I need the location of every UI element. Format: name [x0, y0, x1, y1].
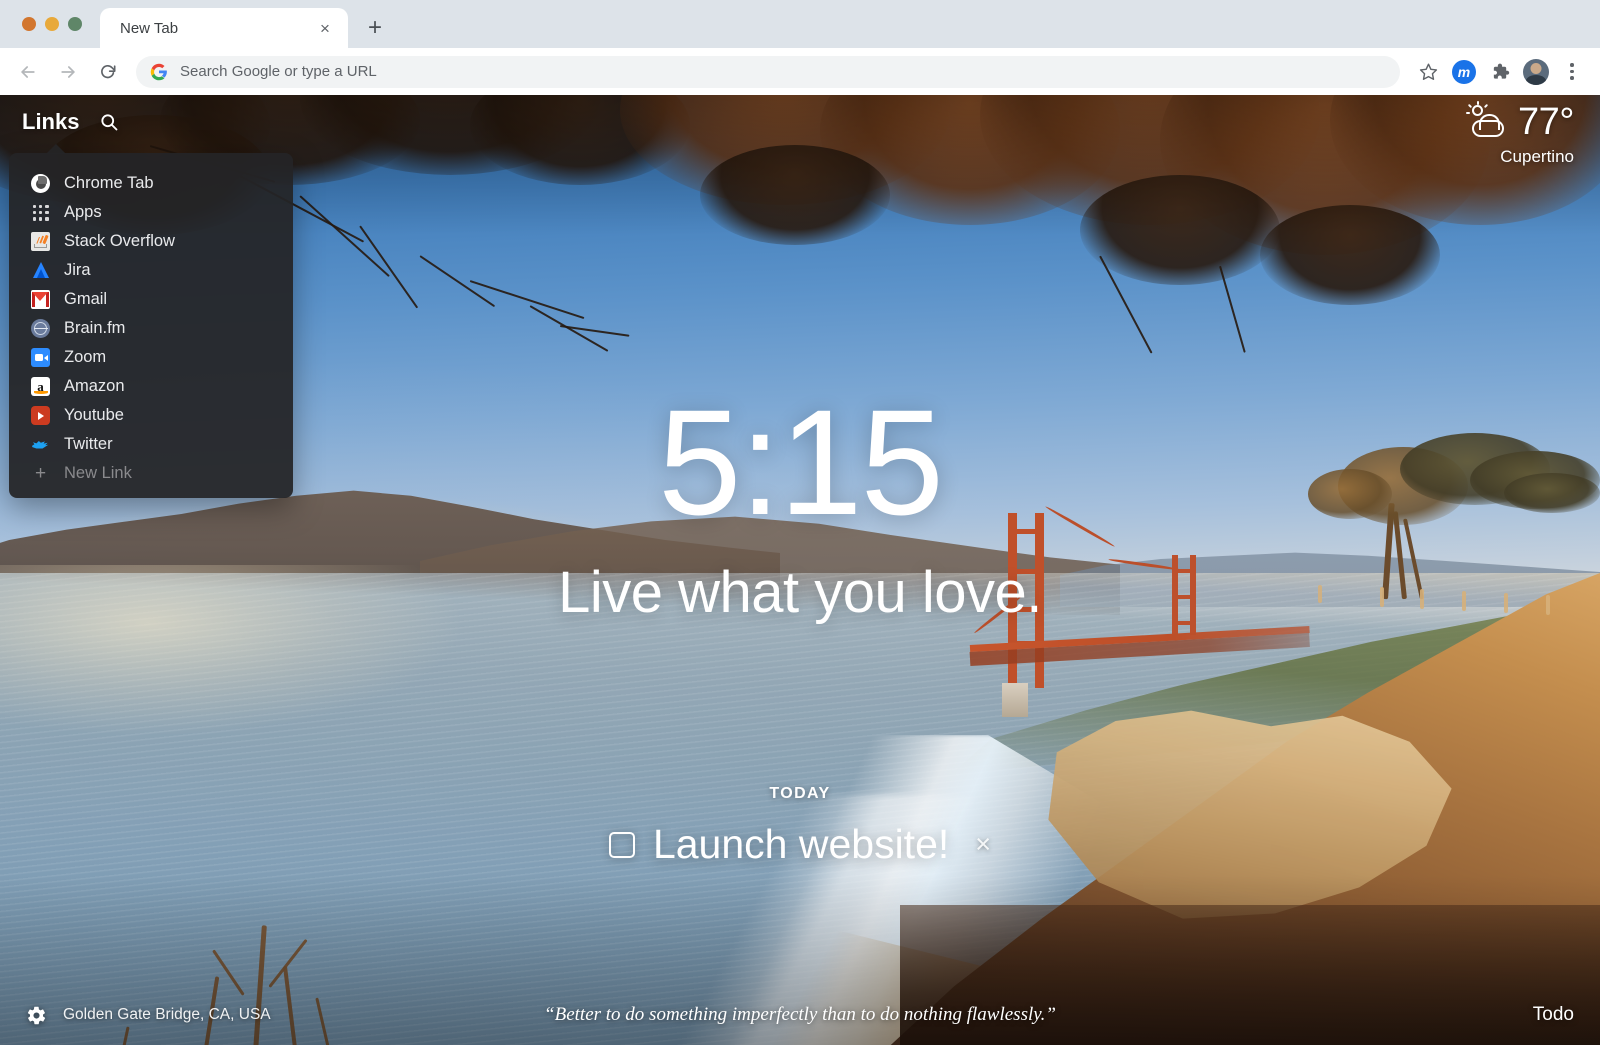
back-icon[interactable] [10, 54, 46, 90]
bottom-left-group: Golden Gate Bridge, CA, USA [26, 1005, 271, 1026]
weather-widget[interactable]: 77° Cupertino [1466, 101, 1574, 167]
link-label: Zoom [64, 348, 107, 366]
todo-dismiss-icon[interactable]: × [975, 831, 991, 858]
link-item-stack-overflow[interactable]: Stack Overflow [9, 227, 293, 256]
links-label[interactable]: Links [22, 109, 79, 135]
link-label: Stack Overflow [64, 232, 175, 250]
todo-item[interactable]: Launch website! × [0, 821, 1600, 868]
kebab-dots [1570, 63, 1574, 80]
new-tab-page: Links Chrome Tab Apps Stack Overflow Jir… [0, 95, 1600, 1045]
brainfm-icon [31, 319, 50, 338]
link-item-zoom[interactable]: Zoom [9, 343, 293, 372]
temperature: 77° [1518, 101, 1574, 143]
profile-avatar[interactable] [1520, 56, 1552, 88]
maximize-window-button[interactable] [68, 17, 82, 31]
window-traffic-lights [14, 0, 88, 48]
weather-row: 77° [1466, 101, 1574, 143]
tab-strip: New Tab × + [0, 0, 1600, 48]
link-label: Apps [64, 203, 102, 221]
greeting-text[interactable]: Live what you love. [0, 559, 1600, 626]
clock-time: 5:15 [658, 378, 944, 546]
tab-close-icon[interactable]: × [312, 15, 338, 41]
close-window-button[interactable] [22, 17, 36, 31]
chrome-icon [31, 174, 50, 193]
link-label: Jira [64, 261, 91, 279]
avatar [1523, 58, 1549, 85]
browser-tab[interactable]: New Tab × [100, 8, 348, 48]
gmail-icon [31, 290, 50, 309]
tab-title: New Tab [120, 19, 179, 37]
browser-window: New Tab × + Search Google or type a URL [0, 0, 1600, 1045]
weather-city: Cupertino [1500, 147, 1574, 166]
bottom-bar: Golden Gate Bridge, CA, USA “Better to d… [0, 985, 1600, 1045]
todo-text[interactable]: Launch website! [653, 821, 949, 868]
link-item-gmail[interactable]: Gmail [9, 285, 293, 314]
new-tab-button[interactable]: + [358, 11, 392, 45]
search-icon[interactable] [99, 112, 119, 132]
address-bar[interactable]: Search Google or type a URL [136, 55, 1400, 88]
stack-overflow-icon [31, 232, 50, 251]
extension-m-icon[interactable]: m [1448, 56, 1480, 88]
browser-toolbar: Search Google or type a URL m [0, 48, 1600, 95]
todo-panel-toggle[interactable]: Todo [1533, 1004, 1574, 1026]
minimize-window-button[interactable] [45, 17, 59, 31]
links-header: Links [22, 109, 119, 135]
todo-checkbox[interactable] [608, 831, 635, 858]
link-label: Brain.fm [64, 319, 126, 337]
link-label: Gmail [64, 290, 108, 308]
forward-icon[interactable] [50, 54, 86, 90]
photo-location: Golden Gate Bridge, CA, USA [63, 1006, 271, 1023]
clock-greeting-block: 5:15 Live what you love. [0, 387, 1600, 626]
jira-icon [31, 261, 50, 280]
gear-icon[interactable] [26, 1005, 47, 1026]
address-bar-placeholder: Search Google or type a URL [180, 63, 377, 80]
link-item-chrome-tab[interactable]: Chrome Tab [9, 169, 293, 198]
link-label: Chrome Tab [64, 174, 154, 192]
extensions-puzzle-icon[interactable] [1484, 56, 1516, 88]
newtab-overlay: Links Chrome Tab Apps Stack Overflow Jir… [0, 95, 1600, 1045]
partly-cloudy-icon [1466, 101, 1508, 140]
link-item-jira[interactable]: Jira [9, 256, 293, 285]
link-item-brainfm[interactable]: Brain.fm [9, 314, 293, 343]
google-g-icon [150, 63, 167, 80]
bookmark-star-icon[interactable] [1412, 56, 1444, 88]
chrome-menu-icon[interactable] [1556, 56, 1588, 88]
link-item-apps[interactable]: Apps [9, 198, 293, 227]
zoom-icon [31, 348, 50, 367]
today-heading: TODAY [769, 785, 831, 802]
extension-m-badge: m [1452, 59, 1476, 84]
today-section: TODAY Launch website! × [0, 785, 1600, 868]
reload-icon[interactable] [90, 54, 126, 90]
apps-grid-icon [31, 203, 50, 222]
